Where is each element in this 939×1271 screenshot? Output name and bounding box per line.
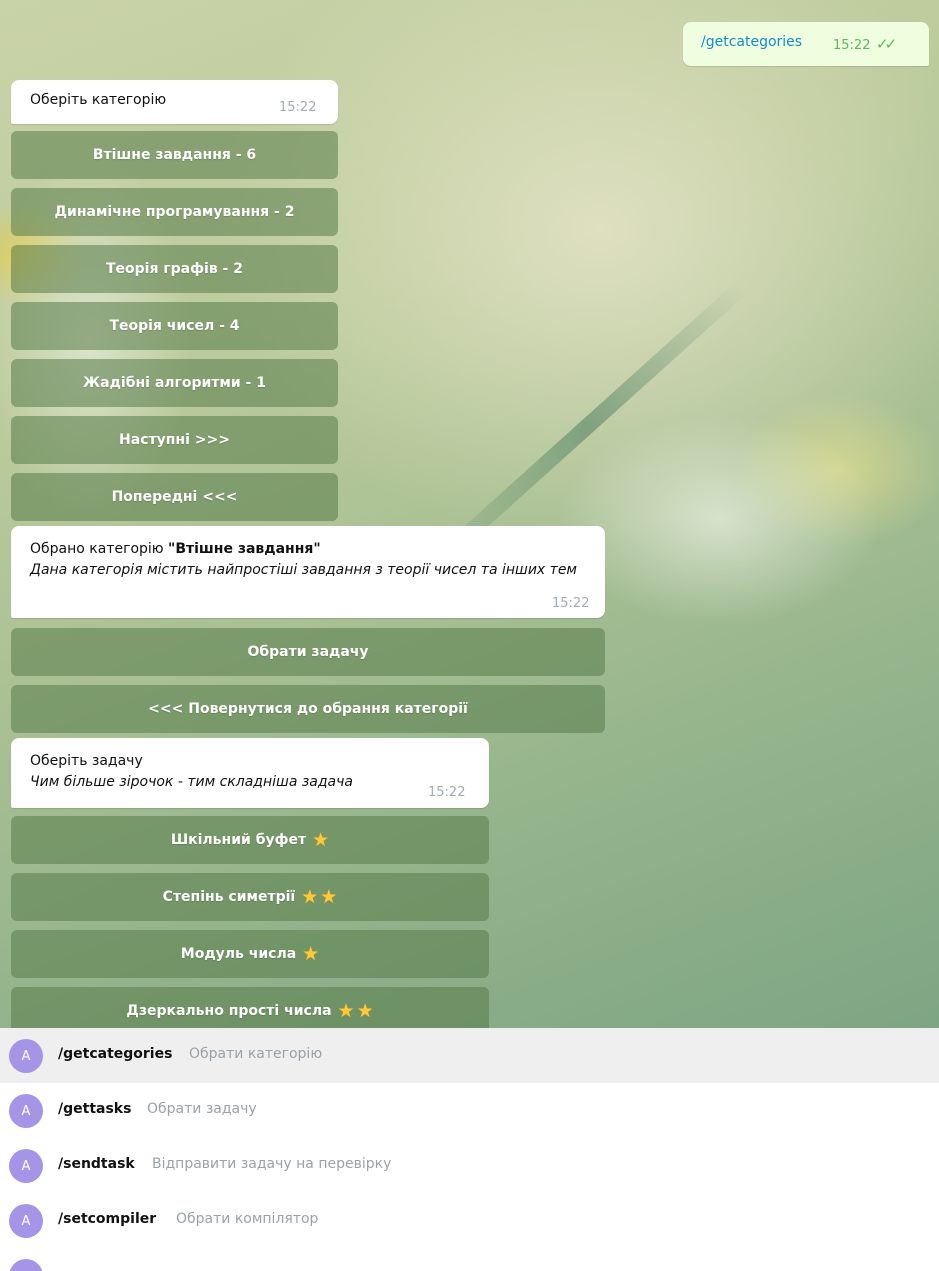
previous-page-button[interactable]: Попередні <<<	[11, 473, 338, 521]
command-name: /sendtask	[58, 1156, 135, 1172]
bot-message-selected-category: Обрано категорію "Втішне завдання" Дана …	[11, 526, 605, 618]
difficulty-hint: Чим більше зірочок - тим складніша задач…	[30, 774, 353, 790]
choose-task-button[interactable]: Обрати задачу	[11, 628, 605, 676]
command-description: Обрати категорію	[189, 1046, 323, 1062]
category-button[interactable]: Динамічне програмування - 2	[11, 188, 338, 236]
command-name: /gettasks	[58, 1101, 132, 1117]
category-button[interactable]: Втішне завдання - 6	[11, 131, 338, 179]
command-item-getcategories[interactable]: A /getcategories Обрати категорію	[0, 1028, 939, 1083]
category-name: "Втішне завдання"	[168, 541, 321, 557]
category-button[interactable]: Теорія чисел - 4	[11, 302, 338, 350]
command-description: Обрати компілятор	[176, 1211, 319, 1227]
command-name: /setcompiler	[58, 1211, 157, 1227]
task-label: Шкільний буфет	[170, 832, 307, 848]
back-to-categories-button[interactable]: <<< Повернутися до обрання категорії	[11, 685, 605, 733]
task-button[interactable]: Шкільний буфет ★	[11, 816, 489, 864]
outgoing-message: /getcategories 15:22 ✓✓	[683, 22, 929, 66]
message-text: Оберіть задачу	[30, 753, 143, 769]
avatar	[9, 1259, 43, 1271]
category-button[interactable]: Теорія графів - 2	[11, 245, 338, 293]
command-suggestion-list: A /getcategories Обрати категорію A /get…	[0, 1028, 939, 1271]
star-icon: ★	[337, 1000, 355, 1022]
task-label: Степінь симетрії	[162, 889, 296, 905]
chat-area: /getcategories 15:22 ✓✓ Оберіть категорі…	[0, 0, 939, 1028]
task-button[interactable]: Степінь симетрії ★ ★	[11, 873, 489, 921]
avatar: A	[9, 1204, 43, 1238]
double-check-icon: ✓✓	[876, 35, 897, 53]
avatar: A	[9, 1039, 43, 1073]
message-time: 15:22	[552, 596, 590, 611]
star-icon: ★	[320, 886, 338, 908]
bot-message-choose-category: Оберіть категорію 15:22	[11, 80, 338, 124]
bot-message-choose-task: Оберіть задачу Чим більше зірочок - тим …	[11, 738, 489, 808]
task-button[interactable]: Дзеркально прості числа ★ ★	[11, 987, 489, 1028]
task-label: Дзеркально прості числа	[126, 1003, 332, 1019]
star-icon: ★	[302, 943, 320, 965]
message-time: 15:22	[428, 785, 466, 800]
command-item-sendtask[interactable]: A /sendtask Відправити задачу на перевір…	[0, 1138, 939, 1193]
star-icon: ★	[312, 829, 330, 851]
message-text: Оберіть категорію	[30, 92, 167, 108]
avatar: A	[9, 1149, 43, 1183]
star-icon: ★	[356, 1000, 374, 1022]
message-time: 15:22	[279, 100, 317, 115]
command-description: Обрати задачу	[147, 1101, 257, 1117]
outgoing-command-link[interactable]: /getcategories	[701, 34, 802, 50]
command-item-partial[interactable]	[0, 1248, 939, 1271]
message-text: Обрано категорію	[30, 541, 169, 557]
task-button[interactable]: Модуль числа ★	[11, 930, 489, 978]
category-button[interactable]: Жадібні алгоритми - 1	[11, 359, 338, 407]
star-icon: ★	[301, 886, 319, 908]
avatar: A	[9, 1094, 43, 1128]
category-description: Дана категорія містить найпростіші завда…	[30, 562, 577, 578]
command-item-gettasks[interactable]: A /gettasks Обрати задачу	[0, 1083, 939, 1138]
task-label: Модуль числа	[180, 946, 297, 962]
next-page-button[interactable]: Наступні >>>	[11, 416, 338, 464]
message-time: 15:22	[833, 38, 871, 53]
command-description: Відправити задачу на перевірку	[152, 1156, 392, 1172]
command-item-setcompiler[interactable]: A /setcompiler Обрати компілятор	[0, 1193, 939, 1248]
command-name: /getcategories	[58, 1046, 173, 1062]
